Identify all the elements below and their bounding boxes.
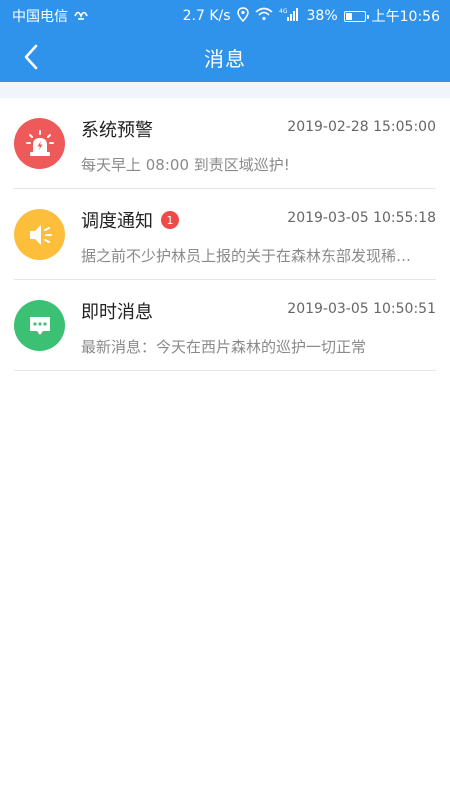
carrier-label: 中国电信 xyxy=(12,9,68,25)
notification-icon xyxy=(74,8,88,24)
signal-icon: 4G xyxy=(279,7,301,25)
message-time: 2019-03-05 10:50:51 xyxy=(287,301,436,317)
system-alert-avatar xyxy=(14,118,65,169)
message-time: 2019-02-28 15:05:00 xyxy=(287,119,436,135)
message-time: 2019-03-05 10:55:18 xyxy=(287,210,436,226)
message-item-system-alert[interactable]: 系统预警 2019-02-28 15:05:00 每天早上 08:00 到责区域… xyxy=(14,98,436,189)
message-title: 调度通知 1 xyxy=(81,207,179,233)
status-bar: 中国电信 2.7 K/s 4G 38% 上午10:56 xyxy=(0,0,450,32)
back-button[interactable] xyxy=(14,32,48,82)
message-preview: 每天早上 08:00 到责区域巡护! xyxy=(81,156,290,174)
dispatch-notice-avatar xyxy=(14,209,65,260)
page-title: 消息 xyxy=(204,46,246,71)
message-title: 系统预警 xyxy=(81,120,153,141)
message-title: 即时消息 xyxy=(81,302,153,323)
clock: 上午10:56 xyxy=(371,9,440,25)
header-spacer xyxy=(0,82,450,98)
battery-icon xyxy=(343,10,369,22)
chat-bubble-icon xyxy=(29,316,50,335)
message-preview: 据之前不少护林员上报的关于在森林东部发现稀… xyxy=(81,247,412,265)
message-item-dispatch-notice[interactable]: 调度通知 1 2019-03-05 10:55:18 据之前不少护林员上报的关于… xyxy=(14,189,436,280)
battery-percent: 38% xyxy=(306,8,338,24)
message-list: 系统预警 2019-02-28 15:05:00 每天早上 08:00 到责区域… xyxy=(0,98,450,371)
location-icon xyxy=(236,6,249,26)
network-speed: 2.7 K/s xyxy=(182,8,231,24)
network-type: 4G xyxy=(279,8,288,15)
wifi-icon xyxy=(254,7,273,25)
unread-badge: 1 xyxy=(161,211,179,229)
chevron-left-icon xyxy=(24,44,38,70)
alarm-light-icon xyxy=(25,129,54,156)
instant-message-avatar xyxy=(14,300,65,351)
speaker-icon xyxy=(29,224,52,245)
app-header: 消息 xyxy=(0,32,450,82)
message-preview: 最新消息：今天在西片森林的巡护一切正常 xyxy=(81,338,367,356)
message-item-instant-message[interactable]: 即时消息 2019-03-05 10:50:51 最新消息：今天在西片森林的巡护… xyxy=(14,280,436,371)
